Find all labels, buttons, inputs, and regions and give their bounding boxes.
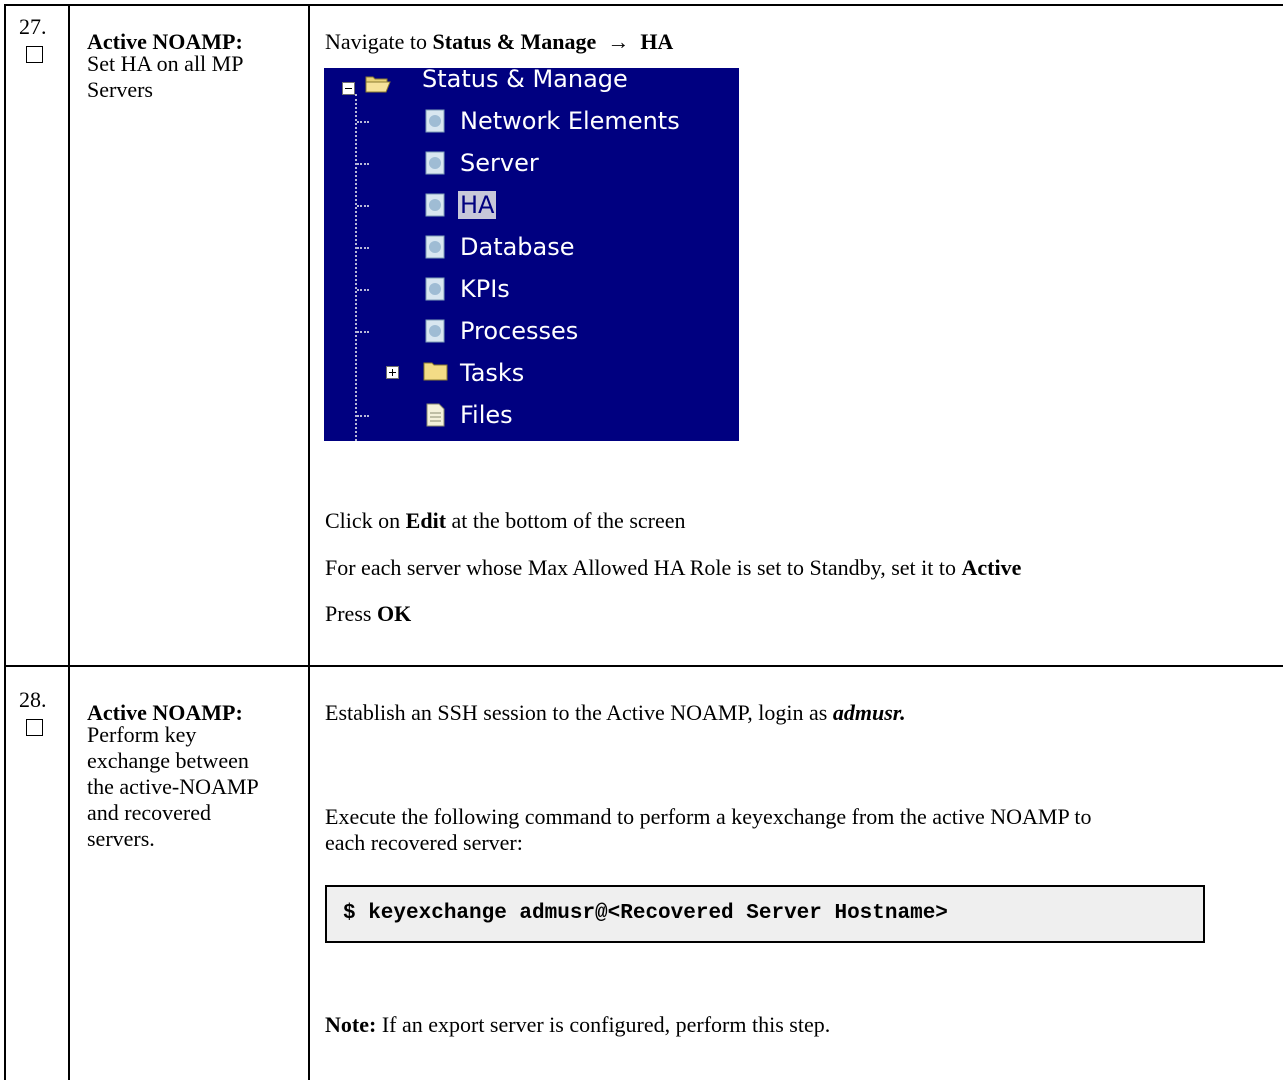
expand-icon[interactable] [386, 366, 399, 379]
step-number: 27. [19, 14, 47, 39]
nav-path-2: HA [640, 29, 674, 54]
step-checkbox[interactable] [26, 719, 43, 736]
folder-open-icon [365, 76, 391, 93]
page-icon [425, 319, 445, 343]
tree-item-ha[interactable]: HA [458, 190, 497, 220]
navigate-instruction: Navigate to Status & Manage → HA [325, 29, 673, 55]
tree-item-files[interactable]: Files [460, 400, 513, 430]
tree-item-network-elements[interactable]: Network Elements [460, 106, 680, 136]
note: Note: If an export server is configured,… [325, 1012, 830, 1038]
command-box[interactable]: $ keyexchange admusr@<Recovered Server H… [325, 885, 1205, 943]
column-divider-2 [308, 4, 310, 1080]
description-line: exchange between [87, 748, 249, 773]
tree-connector [357, 121, 369, 123]
tree-connector [357, 163, 369, 165]
description-line: servers. [87, 826, 155, 851]
page-icon [425, 151, 445, 175]
note-label: Note: [325, 1012, 377, 1037]
instruction-text: For each server whose Max Allowed HA Rol… [325, 555, 962, 580]
ok-keyword: OK [376, 601, 412, 626]
tree-item-status-manage[interactable]: Status & Manage [422, 68, 628, 94]
instruction-set-active: For each server whose Max Allowed HA Rol… [325, 555, 1021, 581]
tree-item-kpis[interactable]: KPIs [460, 274, 510, 304]
tree-item-database[interactable]: Database [460, 232, 575, 262]
tree-connector [357, 289, 369, 291]
file-icon [426, 403, 445, 427]
folder-icon [423, 362, 448, 381]
active-keyword: Active [961, 555, 1022, 580]
instruction-text: Click on [325, 508, 406, 533]
description-line: the active-NOAMP [87, 774, 259, 799]
execute-instruction: Execute the following command to perform… [325, 804, 1092, 856]
note-text: If an export server is configured, perfo… [376, 1012, 831, 1037]
row-divider [4, 665, 1283, 667]
table-left-border [4, 4, 6, 1080]
tree-connector [357, 331, 369, 333]
nav-prefix: Navigate to [325, 29, 433, 54]
collapse-icon[interactable] [342, 82, 355, 95]
nav-path-1: Status & Manage [432, 29, 597, 54]
step-checkbox[interactable] [26, 46, 43, 63]
description-line: and recovered [87, 800, 211, 825]
step-description: Active NOAMP: Set HA on all MP Servers [87, 29, 302, 103]
instruction-text: each recovered server: [325, 830, 523, 855]
nav-arrow: → [607, 29, 630, 54]
step-description: Active NOAMP: Perform key exchange betwe… [87, 700, 302, 852]
page-icon [425, 277, 445, 301]
tree-item-tasks[interactable]: Tasks [460, 358, 524, 388]
username: admusr. [832, 700, 906, 725]
table-top-border [4, 4, 1283, 6]
selected-highlight: HA [458, 191, 497, 219]
page-icon [425, 109, 445, 133]
page-icon [425, 193, 445, 217]
tree-connector [355, 94, 357, 441]
tree-connector [357, 205, 369, 207]
instruction-text: Establish an SSH session to the Active N… [325, 700, 833, 725]
tree-item-processes[interactable]: Processes [460, 316, 578, 346]
edit-keyword: Edit [405, 508, 447, 533]
description-line: Servers [87, 77, 153, 102]
instruction-text: at the bottom of the screen [446, 508, 686, 533]
instruction-text: Execute the following command to perform… [325, 804, 1092, 829]
description-line: Perform key [87, 722, 197, 747]
instruction-text: Press [325, 601, 377, 626]
instruction-edit: Click on Edit at the bottom of the scree… [325, 508, 686, 534]
ssh-instruction: Establish an SSH session to the Active N… [325, 700, 906, 726]
step-number: 28. [19, 687, 47, 712]
tree-connector [357, 247, 369, 249]
tree-connector [357, 415, 369, 417]
page-icon [425, 235, 445, 259]
navigation-tree: Status & Manage Network Elements Server … [324, 68, 739, 441]
description-line: Set HA on all MP [87, 51, 244, 76]
column-divider-1 [68, 4, 70, 1080]
tree-item-server[interactable]: Server [460, 148, 539, 178]
instruction-press-ok: Press OK [325, 601, 411, 627]
